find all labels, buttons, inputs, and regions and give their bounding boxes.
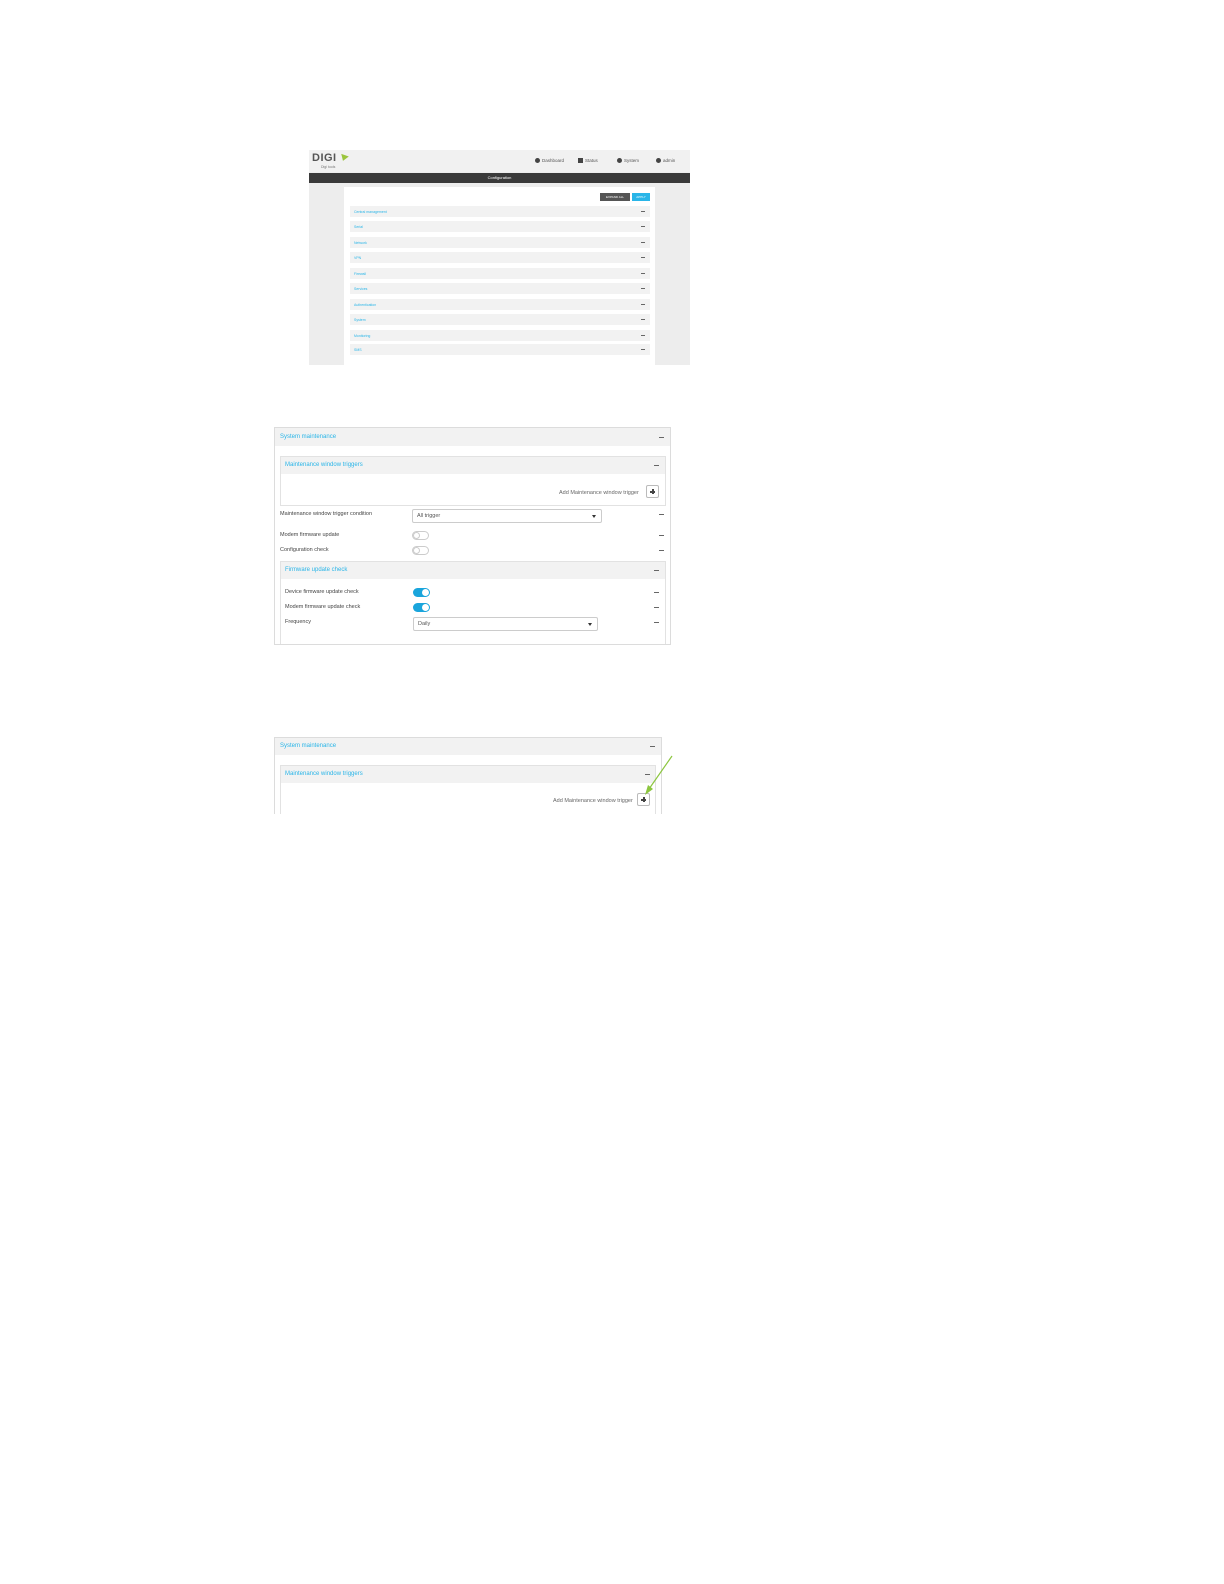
nav-dashboard-label: Dashboard (542, 158, 565, 163)
collapse-icon[interactable] (641, 288, 645, 289)
add-trigger-label: Add Maintenance window trigger (559, 490, 639, 496)
nav-system[interactable]: System (617, 158, 639, 163)
section-row-firewall[interactable]: Firewall (350, 268, 650, 279)
configuration-page-screenshot: DIGI Digi tools Dashboard Status System … (309, 150, 690, 365)
section-label: Authentication (354, 303, 377, 307)
collapse-icon[interactable] (641, 319, 645, 320)
grid-icon (578, 158, 583, 163)
section-row-services[interactable]: Services (350, 283, 650, 294)
nav-system-label: System (624, 158, 640, 163)
collapse-icon[interactable] (659, 550, 664, 551)
section-label: SMS (354, 348, 362, 352)
page-title: Configuration (487, 175, 512, 180)
section-row-sms[interactable]: SMS (350, 344, 650, 355)
nav-admin[interactable]: admin (656, 158, 675, 163)
maintenance-window-triggers-header[interactable]: Maintenance window triggers (281, 766, 655, 783)
top-navigation-bar: DIGI Digi tools Dashboard Status System … (309, 150, 690, 172)
trigger-condition-label: Maintenance window trigger condition (280, 511, 373, 517)
device-firmware-update-check-toggle[interactable] (413, 588, 430, 597)
modem-firmware-update-toggle[interactable] (412, 531, 429, 540)
modem-firmware-update-check-label: Modem firmware update check (285, 604, 361, 610)
collapse-icon[interactable] (654, 607, 659, 608)
section-label: Serial (354, 225, 363, 229)
chevron-down-icon (588, 623, 592, 626)
frequency-value: Daily (418, 621, 431, 627)
section-row-central-management[interactable]: Central management (350, 206, 650, 217)
section-label: System (354, 318, 366, 322)
firmware-update-check-title: Firmware update check (285, 567, 348, 573)
system-maintenance-title: System maintenance (280, 434, 337, 440)
add-trigger-label: Add Maintenance window trigger (553, 798, 633, 804)
section-label: Network (354, 241, 367, 245)
frequency-label: Frequency (285, 619, 311, 625)
section-label: Central management (354, 210, 387, 214)
firmware-update-check-header[interactable]: Firmware update check (281, 562, 665, 579)
logo-tick-icon (339, 153, 349, 163)
collapse-icon[interactable] (654, 592, 659, 593)
system-maintenance-header[interactable]: System maintenance (275, 428, 670, 446)
collapse-icon[interactable] (641, 273, 645, 274)
collapse-icon[interactable] (641, 349, 645, 350)
logo-text: DIGI (312, 152, 337, 164)
arrow-head (645, 785, 653, 795)
nav-status-label: Status (585, 158, 598, 163)
system-maintenance-header[interactable]: System maintenance (275, 738, 661, 755)
digi-logo[interactable]: DIGI Digi tools (312, 152, 352, 171)
add-trigger-button[interactable] (646, 485, 659, 498)
section-row-authentication[interactable]: Authentication (350, 299, 650, 310)
maintenance-window-triggers-title: Maintenance window triggers (285, 462, 363, 468)
section-row-serial[interactable]: Serial (350, 221, 650, 232)
collapse-icon[interactable] (641, 226, 645, 227)
collapse-icon[interactable] (654, 622, 659, 623)
modem-firmware-update-check-toggle[interactable] (413, 603, 430, 612)
frequency-select[interactable]: Daily (413, 617, 598, 631)
configuration-check-label: Configuration check (280, 547, 329, 553)
arrow-shaft (648, 755, 673, 790)
section-label: Firewall (354, 272, 367, 276)
chevron-down-icon (592, 515, 596, 518)
collapse-icon[interactable] (641, 335, 645, 336)
collapse-icon[interactable] (650, 746, 655, 747)
maintenance-window-triggers-title: Maintenance window triggers (285, 771, 363, 777)
system-maintenance-title: System maintenance (280, 743, 337, 749)
section-row-system[interactable]: System (350, 314, 650, 325)
collapse-icon[interactable] (654, 465, 659, 466)
section-row-vpn[interactable]: VPN (350, 252, 650, 263)
collapse-icon[interactable] (659, 514, 664, 515)
gear-icon (617, 158, 622, 163)
nav-dashboard[interactable]: Dashboard (535, 158, 564, 163)
collapse-icon[interactable] (654, 570, 659, 571)
section-label: Monitoring (354, 334, 371, 338)
section-row-network[interactable]: Network (350, 237, 650, 248)
modem-firmware-update-label: Modem firmware update (280, 532, 340, 538)
add-trigger-screenshot: System maintenance Maintenance window tr… (274, 737, 662, 814)
collapse-icon[interactable] (641, 211, 645, 212)
user-icon (656, 158, 661, 163)
configuration-check-toggle[interactable] (412, 546, 429, 555)
system-maintenance-expanded-screenshot: System maintenance Maintenance window tr… (274, 427, 671, 645)
nav-status[interactable]: Status (578, 158, 598, 163)
collapse-icon[interactable] (659, 437, 664, 438)
dashboard-icon (535, 158, 540, 163)
callout-arrow-icon (645, 755, 673, 795)
nav-admin-label: admin (663, 158, 676, 163)
collapse-icon[interactable] (641, 242, 645, 243)
device-firmware-update-check-label: Device firmware update check (285, 589, 359, 595)
section-label: Services (354, 287, 368, 291)
page-title-bar: Configuration (309, 173, 690, 183)
collapse-icon[interactable] (641, 257, 645, 258)
collapse-icon[interactable] (641, 304, 645, 305)
maintenance-window-triggers-header[interactable]: Maintenance window triggers (281, 457, 665, 474)
logo-subtext: Digi tools (321, 165, 336, 169)
expand-all-button[interactable]: EXPAND ALL (600, 193, 630, 201)
apply-button[interactable]: APPLY (632, 193, 650, 201)
trigger-condition-select[interactable]: All trigger (412, 509, 602, 523)
collapse-icon[interactable] (659, 535, 664, 536)
trigger-condition-value: All trigger (417, 513, 441, 519)
section-row-monitoring[interactable]: Monitoring (350, 330, 650, 341)
section-label: VPN (354, 256, 362, 260)
